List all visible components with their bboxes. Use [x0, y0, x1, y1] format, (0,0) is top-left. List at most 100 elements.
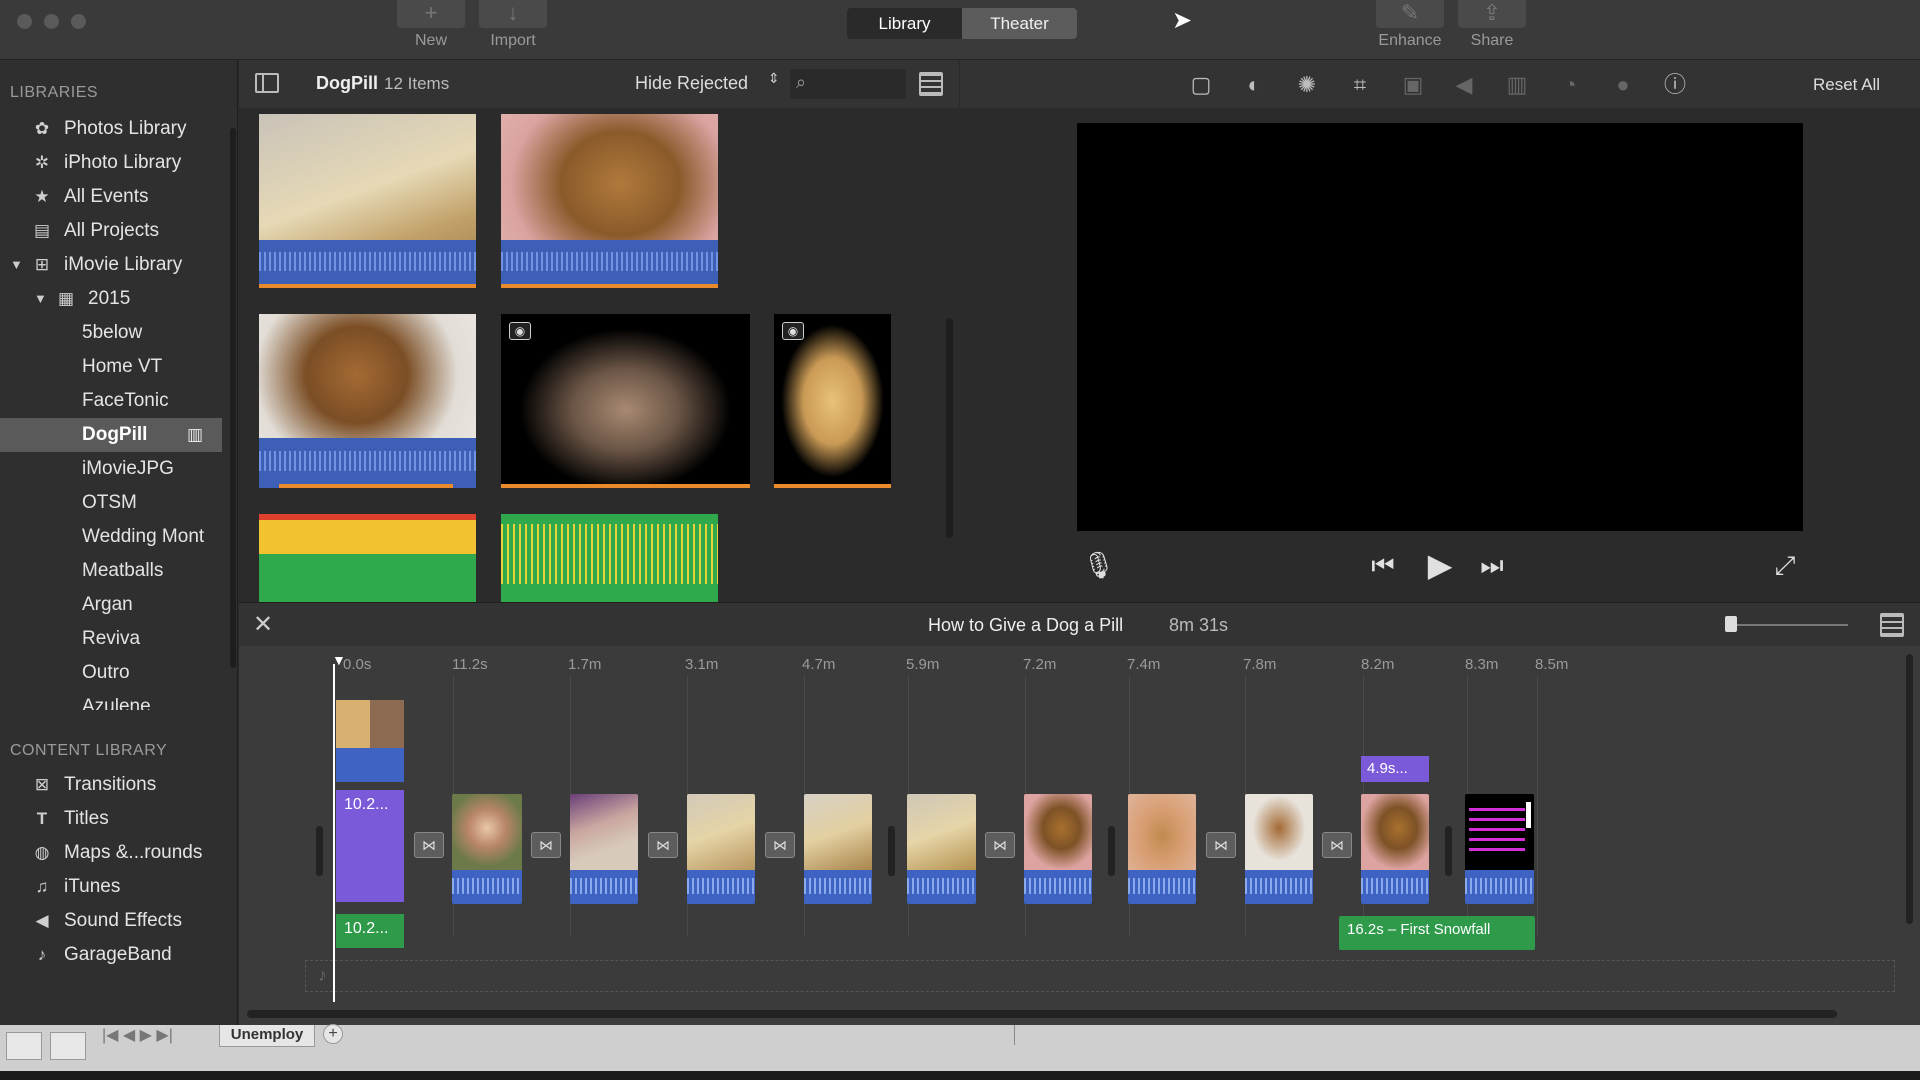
color-balance-icon[interactable]: ▢ — [1186, 72, 1216, 98]
sidebar-item-all-projects[interactable]: ▤ All Projects — [0, 214, 236, 248]
color-correction-icon[interactable]: ◐ — [1239, 72, 1269, 98]
enhance-button[interactable]: ✎ Enhance — [1376, 0, 1444, 56]
sheet-navigation-icon[interactable]: |◀ ◀ ▶ ▶| — [102, 1025, 173, 1045]
sidebar-item-iphoto-library[interactable]: ✲ iPhoto Library — [0, 146, 236, 180]
browser-music-clip[interactable] — [501, 514, 718, 602]
timeline-settings-icon[interactable] — [1880, 613, 1904, 637]
sidebar-item-event[interactable]: Reviva — [0, 622, 236, 656]
sidebar-item-event[interactable]: Azulene — [0, 690, 236, 710]
transition-icon[interactable]: ⋈ — [765, 832, 795, 858]
play-button[interactable]: ▶ — [1422, 546, 1458, 584]
disclosure-down-icon[interactable]: ▼ — [10, 248, 23, 282]
sidebar-item-event[interactable]: OTSM — [0, 486, 236, 520]
close-window-button[interactable] — [17, 14, 32, 29]
sidebar-item-2015[interactable]: ▼ ▦ 2015 — [0, 282, 236, 316]
fullscreen-icon[interactable]: ⤢ — [1770, 550, 1800, 582]
clip-duration-badge[interactable]: 4.9s... — [1361, 756, 1429, 782]
filter-dropdown[interactable]: Hide Rejected — [635, 73, 748, 94]
sidebar-item-transitions[interactable]: ⊠ Transitions — [0, 768, 236, 802]
browser-photo-thumbnail[interactable]: ◉ — [774, 314, 891, 488]
browser-photo-thumbnail[interactable]: ◉ — [501, 314, 750, 488]
browser-clip-thumbnail[interactable] — [259, 314, 476, 488]
audio-waveform — [501, 240, 718, 288]
zoom-window-button[interactable] — [71, 14, 86, 29]
filter-icon[interactable]: ● — [1608, 72, 1638, 98]
timeline-clip[interactable] — [907, 794, 976, 904]
transition-icon[interactable]: ⋈ — [1206, 832, 1236, 858]
sidebar-item-all-events[interactable]: ★ All Events — [0, 180, 236, 214]
transition-icon[interactable]: ⋈ — [1322, 832, 1352, 858]
sidebar-item-photos-library[interactable]: ✿ Photos Library — [0, 112, 236, 146]
timeline-clip[interactable] — [1245, 794, 1313, 904]
timeline-clip[interactable] — [570, 794, 638, 904]
video-preview[interactable] — [1077, 123, 1803, 531]
sidebar-item-event[interactable]: Home VT — [0, 350, 236, 384]
sidebar-item-event-selected[interactable]: DogPill ▥ — [0, 418, 222, 452]
timeline-clip[interactable] — [687, 794, 755, 904]
zoom-slider-track[interactable] — [1728, 624, 1848, 626]
close-icon[interactable]: ✕ — [253, 610, 273, 639]
browser-clip-thumbnail[interactable] — [259, 114, 476, 288]
palette-icon[interactable]: ✺ — [1292, 72, 1322, 98]
stabilization-icon[interactable]: ▣ — [1398, 72, 1428, 98]
disclosure-down-icon[interactable]: ▼ — [34, 282, 47, 316]
equalizer-icon[interactable]: ▥ — [1502, 72, 1532, 98]
minimize-window-button[interactable] — [44, 14, 59, 29]
playhead[interactable] — [333, 664, 335, 1002]
sidebar-item-event[interactable]: Meatballs — [0, 554, 236, 588]
speed-icon[interactable]: ◔ — [1555, 72, 1585, 98]
sidebar-item-garageband[interactable]: ♪ GarageBand — [0, 938, 236, 972]
transition-icon[interactable]: ⋈ — [531, 832, 561, 858]
theater-tab[interactable]: Theater — [962, 8, 1077, 39]
sidebar-item-event[interactable]: iMovieJPG — [0, 452, 236, 486]
cutaway-photo-clip[interactable] — [336, 700, 404, 748]
transition-icon[interactable]: ⋈ — [985, 832, 1015, 858]
zoom-slider-thumb[interactable] — [1725, 616, 1737, 632]
crop-icon[interactable]: ⌗ — [1345, 72, 1375, 98]
timeline-horizontal-scrollbar[interactable] — [247, 1010, 1837, 1018]
sidebar-item-maps-backgrounds[interactable]: ◍ Maps &...rounds — [0, 836, 236, 870]
sidebar-item-event[interactable]: Wedding Mont — [0, 520, 236, 554]
sidebar-scrollbar[interactable] — [230, 128, 236, 668]
sidebar-item-sound-effects[interactable]: ◀ Sound Effects — [0, 904, 236, 938]
project-title: How to Give a Dog a Pill — [928, 615, 1124, 635]
timeline-clip[interactable] — [452, 794, 522, 904]
clip-used-bar — [501, 284, 718, 288]
sidebar-item-imovie-library[interactable]: ▼ ⊞ iMovie Library — [0, 248, 236, 282]
music-well[interactable]: ♪ — [305, 960, 1895, 992]
search-input[interactable]: ⌕ — [790, 69, 906, 99]
sidebar-item-event[interactable]: FaceTonic — [0, 384, 236, 418]
transition-icon[interactable]: ⋈ — [648, 832, 678, 858]
volume-icon[interactable]: ◀ — [1449, 72, 1479, 98]
filmstrip-settings-icon[interactable] — [919, 72, 943, 96]
sidebar-item-itunes[interactable]: ♫ iTunes — [0, 870, 236, 904]
info-icon[interactable]: ⓘ — [1660, 72, 1690, 98]
sidebar-item-event[interactable]: 5below — [0, 316, 236, 350]
sidebar-item-event[interactable]: Argan — [0, 588, 236, 622]
reset-all-button[interactable]: Reset All — [1813, 75, 1880, 95]
browser-audio-clip[interactable] — [259, 514, 476, 602]
skip-back-button[interactable]: ⏮ — [1368, 550, 1398, 582]
transition-icon[interactable]: ⋈ — [414, 832, 444, 858]
microphone-icon[interactable]: 🎙 — [1082, 550, 1115, 581]
sheet-tab[interactable]: Unemploy — [219, 1025, 315, 1047]
timeline-clip[interactable] — [1024, 794, 1092, 904]
sidebar-item-titles[interactable]: T Titles — [0, 802, 236, 836]
add-sheet-button[interactable]: + — [323, 1024, 343, 1044]
skip-forward-button[interactable]: ⏭ — [1477, 550, 1507, 582]
import-button[interactable]: ↓ Import — [479, 0, 547, 56]
timeline-vertical-scrollbar[interactable] — [1906, 654, 1913, 924]
browser-scrollbar[interactable] — [946, 318, 953, 538]
new-button[interactable]: + New — [397, 0, 465, 56]
sidebar-toggle-icon[interactable] — [255, 73, 279, 93]
browser-clip-thumbnail[interactable] — [501, 114, 718, 288]
grid-view-icon[interactable] — [50, 1032, 86, 1060]
list-view-icon[interactable] — [6, 1032, 42, 1060]
sidebar-item-event[interactable]: Outro — [0, 656, 236, 690]
timeline-clip[interactable] — [804, 794, 872, 904]
timeline-clip[interactable] — [1128, 794, 1196, 904]
timeline-clip[interactable] — [1361, 794, 1429, 904]
timeline-clip[interactable] — [1465, 794, 1534, 904]
library-tab[interactable]: Library — [847, 8, 962, 39]
share-button[interactable]: ⇪ Share — [1458, 0, 1526, 56]
